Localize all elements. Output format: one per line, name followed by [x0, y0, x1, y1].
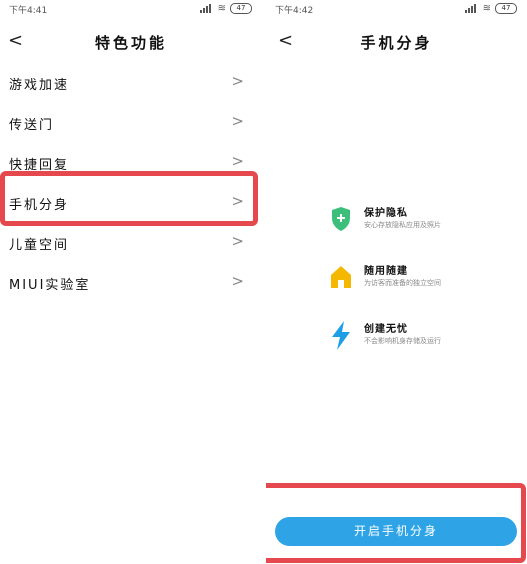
status-time: 下午4:41: [9, 6, 48, 16]
signal-icon: [199, 4, 214, 13]
feature-description: 安心存放隐私应用及照片: [364, 221, 441, 229]
right-screen: 下午4:42 ≋ 47 < 手机分身 保护隐私 安心存放隐私应用及照片 随用随建: [266, 0, 527, 564]
nav-bar: < 手机分身: [266, 26, 527, 58]
feature-list: 保护隐私 安心存放隐私应用及照片 随用随建 为访客而准备的独立空间 创建无忧 不…: [330, 200, 510, 374]
menu-item-label: 游戏加速: [9, 78, 70, 93]
battery-icon: 47: [230, 3, 252, 14]
page-title: 特色功能: [94, 34, 167, 52]
status-bar: 下午4:41 ≋ 47: [0, 0, 262, 18]
menu-item-label: 手机分身: [9, 198, 70, 213]
feature-menu: 游戏加速 > 传送门 > 快捷回复 > 手机分身 > 儿童空间 > MIUI实验…: [0, 62, 262, 302]
house-icon: [331, 266, 351, 288]
feature-worry-free: 创建无忧 不会影响机身存储及运行: [330, 316, 510, 374]
menu-item-game-acceleration[interactable]: 游戏加速 >: [0, 62, 262, 102]
chevron-right-icon: >: [231, 272, 244, 290]
feature-description: 为访客而准备的独立空间: [364, 279, 441, 287]
feature-title: 随用随建: [364, 266, 408, 277]
feature-title: 创建无忧: [364, 324, 408, 335]
chevron-right-icon: >: [231, 192, 244, 210]
lightning-icon: [332, 321, 350, 350]
menu-item-quick-reply[interactable]: 快捷回复 >: [0, 142, 262, 182]
menu-item-label: 儿童空间: [9, 238, 70, 253]
menu-item-second-space[interactable]: 手机分身 >: [0, 182, 262, 222]
menu-item-portal[interactable]: 传送门 >: [0, 102, 262, 142]
menu-item-miui-lab[interactable]: MIUI实验室 >: [0, 262, 262, 302]
feature-description: 不会影响机身存储及运行: [364, 337, 441, 345]
feature-privacy: 保护隐私 安心存放隐私应用及照片: [330, 200, 510, 258]
battery-icon: 47: [495, 3, 517, 14]
chevron-right-icon: >: [231, 112, 244, 130]
page-title: 手机分身: [360, 34, 433, 52]
status-bar: 下午4:42 ≋ 47: [266, 0, 527, 18]
left-screen: 下午4:41 ≋ 47 < 特色功能 游戏加速 > 传送门 > 快捷回复 > 手…: [0, 0, 262, 564]
feature-title: 保护隐私: [364, 208, 408, 219]
shield-plus-icon: [332, 207, 350, 231]
menu-item-kids-space[interactable]: 儿童空间 >: [0, 222, 262, 262]
wifi-icon: ≋: [217, 3, 226, 14]
wifi-icon: ≋: [482, 3, 491, 14]
nav-bar: < 特色功能: [0, 26, 262, 58]
enable-second-space-button[interactable]: 开启手机分身: [275, 517, 517, 546]
chevron-right-icon: >: [231, 152, 244, 170]
status-icons: ≋ 47: [464, 3, 517, 14]
feature-guest-space: 随用随建 为访客而准备的独立空间: [330, 258, 510, 316]
chevron-right-icon: >: [231, 72, 244, 90]
chevron-right-icon: >: [231, 232, 244, 250]
menu-item-label: 快捷回复: [9, 158, 70, 173]
menu-item-label: 传送门: [9, 118, 55, 133]
menu-item-label: MIUI实验室: [9, 278, 91, 293]
signal-icon: [464, 4, 479, 13]
status-icons: ≋ 47: [199, 3, 252, 14]
status-time: 下午4:42: [275, 6, 314, 16]
